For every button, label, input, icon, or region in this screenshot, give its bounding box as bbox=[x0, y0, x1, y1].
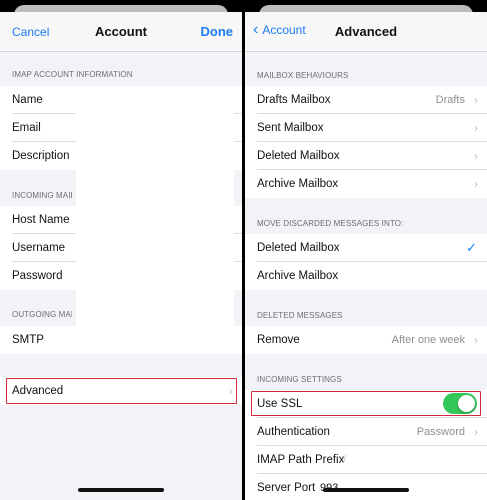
description-label: Description bbox=[12, 150, 70, 162]
server-port-row[interactable]: Server Port 993 bbox=[245, 474, 487, 500]
account-sheet: Cancel Account Done IMAP ACCOUNT INFORMA… bbox=[0, 12, 242, 500]
section-header-imap: IMAP ACCOUNT INFORMATION bbox=[12, 70, 133, 79]
section-header-incoming: INCOMING MAIL bbox=[12, 191, 72, 200]
advanced-settings-panel: ‹ Account Advanced MAILBOX BEHAVIOURS Dr… bbox=[245, 0, 487, 500]
imap-path-prefix-input[interactable]: / bbox=[343, 454, 346, 466]
chevron-right-icon: › bbox=[474, 149, 478, 163]
deleted-mailbox-label: Deleted Mailbox bbox=[257, 150, 340, 162]
chevron-right-icon: › bbox=[474, 121, 478, 135]
imap-path-prefix-label: IMAP Path Prefix bbox=[257, 454, 345, 466]
host-name-label: Host Name bbox=[12, 214, 70, 226]
account-settings-panel: Cancel Account Done IMAP ACCOUNT INFORMA… bbox=[0, 0, 242, 500]
remove-row[interactable]: Remove After one week › bbox=[245, 326, 487, 354]
advanced-sheet: ‹ Account Advanced MAILBOX BEHAVIOURS Dr… bbox=[245, 12, 487, 500]
smtp-label: SMTP bbox=[12, 334, 44, 346]
ssl-highlight-box bbox=[251, 391, 481, 416]
discard-deleted-label: Deleted Mailbox bbox=[257, 242, 340, 254]
done-button[interactable]: Done bbox=[201, 24, 234, 39]
section-header-deleted: DELETED MESSAGES bbox=[257, 311, 343, 320]
password-label: Password bbox=[12, 270, 63, 282]
remove-value: After one week bbox=[391, 334, 465, 346]
authentication-row[interactable]: Authentication Password › bbox=[245, 418, 487, 446]
drafts-mailbox-row[interactable]: Drafts Mailbox Drafts › bbox=[245, 86, 487, 114]
chevron-right-icon: › bbox=[474, 425, 478, 439]
sheet-stack-top bbox=[0, 0, 242, 15]
deleted-mailbox-row[interactable]: Deleted Mailbox › bbox=[245, 142, 487, 170]
section-header-incoming-settings: INCOMING SETTINGS bbox=[257, 375, 342, 384]
sheet-stack-top bbox=[245, 0, 487, 15]
authentication-label: Authentication bbox=[257, 426, 330, 438]
remove-label: Remove bbox=[257, 334, 300, 346]
section-header-outgoing: OUTGOING MAIL bbox=[12, 310, 72, 319]
archive-mailbox-label: Archive Mailbox bbox=[257, 178, 339, 190]
imap-path-prefix-row[interactable]: IMAP Path Prefix / bbox=[245, 446, 487, 474]
home-indicator bbox=[78, 488, 164, 492]
sent-mailbox-row[interactable]: Sent Mailbox › bbox=[245, 114, 487, 142]
home-indicator bbox=[323, 488, 409, 492]
chevron-right-icon: › bbox=[474, 177, 478, 191]
drafts-mailbox-label: Drafts Mailbox bbox=[257, 94, 331, 106]
server-port-label: Server Port bbox=[257, 482, 316, 494]
authentication-value: Password bbox=[416, 426, 465, 438]
discard-archive-label: Archive Mailbox bbox=[257, 270, 339, 282]
section-header-discarded: MOVE DISCARDED MESSAGES INTO: bbox=[257, 219, 404, 228]
chevron-right-icon: › bbox=[474, 333, 478, 347]
discard-to-archive-row[interactable]: Archive Mailbox bbox=[245, 262, 487, 290]
advanced-nav-bar: ‹ Account Advanced bbox=[245, 12, 487, 52]
username-label: Username bbox=[12, 242, 66, 254]
chevron-right-icon: › bbox=[474, 93, 478, 107]
account-nav-bar: Cancel Account Done bbox=[0, 12, 242, 52]
drafts-mailbox-value: Drafts bbox=[435, 94, 465, 106]
email-label: Email bbox=[12, 122, 41, 134]
occluding-overlay bbox=[76, 86, 234, 354]
name-label: Name bbox=[12, 94, 43, 106]
checkmark-icon: ✓ bbox=[466, 240, 477, 255]
sent-mailbox-label: Sent Mailbox bbox=[257, 122, 324, 134]
page-title: Advanced bbox=[334, 24, 398, 39]
advanced-highlight-box bbox=[6, 378, 237, 404]
section-header-mailbox: MAILBOX BEHAVIOURS bbox=[257, 71, 349, 80]
archive-mailbox-row[interactable]: Archive Mailbox › bbox=[245, 170, 487, 198]
discard-to-deleted-row[interactable]: Deleted Mailbox ✓ bbox=[245, 234, 487, 262]
